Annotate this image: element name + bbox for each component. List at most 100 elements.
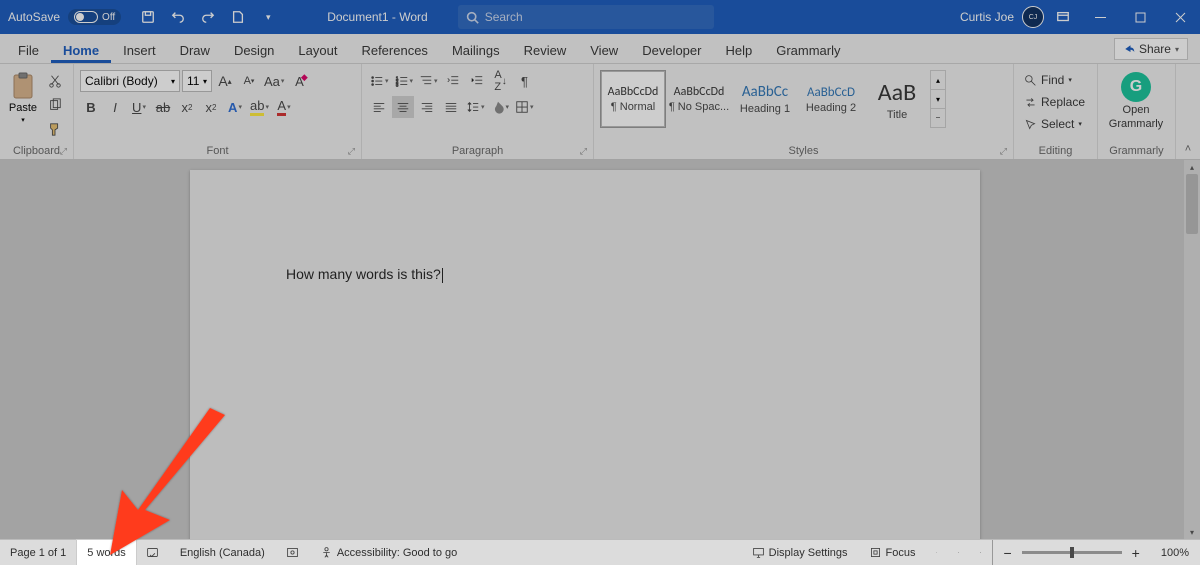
format-painter-icon[interactable]: [44, 118, 66, 140]
align-left-icon[interactable]: [368, 96, 390, 118]
read-mode-icon[interactable]: [926, 540, 948, 565]
share-button[interactable]: Share ▾: [1114, 38, 1188, 60]
vertical-scrollbar[interactable]: ▴ ▾: [1184, 160, 1200, 539]
new-doc-icon[interactable]: [227, 6, 249, 28]
tab-layout[interactable]: Layout: [286, 37, 349, 63]
tab-review[interactable]: Review: [512, 37, 579, 63]
style-gallery-nav[interactable]: ▴▾⎯: [930, 70, 946, 128]
align-right-icon[interactable]: [416, 96, 438, 118]
document-area[interactable]: How many words is this?: [0, 160, 1184, 539]
group-label-font: Font: [206, 145, 228, 157]
borders-icon[interactable]: ▾: [513, 96, 536, 118]
style-no-spacing[interactable]: AaBbCcDd¶ No Spac...: [666, 70, 732, 128]
print-layout-icon[interactable]: [948, 540, 970, 565]
cut-icon[interactable]: [44, 70, 66, 92]
ribbon-display-icon[interactable]: [1052, 6, 1074, 28]
change-case-icon[interactable]: Aa▾: [262, 70, 286, 92]
highlight-icon[interactable]: ab▾: [248, 96, 271, 118]
web-layout-icon[interactable]: [970, 540, 992, 565]
strike-icon[interactable]: ab: [152, 96, 174, 118]
line-spacing-icon[interactable]: ▾: [464, 96, 487, 118]
display-settings[interactable]: Display Settings: [742, 540, 859, 565]
decrease-indent-icon[interactable]: [442, 70, 464, 92]
sort-icon[interactable]: AZ↓: [490, 70, 512, 92]
bold-icon[interactable]: B: [80, 96, 102, 118]
find-button[interactable]: Find▾: [1020, 70, 1076, 90]
close-button[interactable]: [1160, 0, 1200, 34]
zoom-level[interactable]: 100%: [1151, 540, 1200, 565]
tab-references[interactable]: References: [349, 37, 439, 63]
font-launcher-icon[interactable]: ⤢: [348, 146, 355, 157]
copy-icon[interactable]: [44, 94, 66, 116]
italic-icon[interactable]: I: [104, 96, 126, 118]
show-marks-icon[interactable]: ¶: [514, 70, 536, 92]
grow-font-icon[interactable]: A▴: [214, 70, 236, 92]
style-heading2[interactable]: AaBbCcDHeading 2: [798, 70, 864, 128]
tab-design[interactable]: Design: [222, 37, 286, 63]
superscript-icon[interactable]: x2: [200, 96, 222, 118]
shrink-font-icon[interactable]: A▾: [238, 70, 260, 92]
justify-icon[interactable]: [440, 96, 462, 118]
tab-insert[interactable]: Insert: [111, 37, 168, 63]
collapse-ribbon-icon[interactable]: ˄: [1176, 64, 1200, 159]
page[interactable]: How many words is this?: [190, 170, 980, 539]
open-grammarly-button[interactable]: G Open Grammarly: [1102, 68, 1170, 130]
redo-icon[interactable]: [197, 6, 219, 28]
select-button[interactable]: Select▾: [1020, 114, 1086, 134]
clipboard-launcher-icon[interactable]: ⤢: [60, 146, 67, 157]
zoom-slider[interactable]: [1022, 551, 1122, 554]
accessibility-indicator[interactable]: Accessibility: Good to go: [310, 540, 468, 565]
tab-draw[interactable]: Draw: [168, 37, 222, 63]
styles-launcher-icon[interactable]: ⤢: [1000, 146, 1007, 157]
increase-indent-icon[interactable]: [466, 70, 488, 92]
scroll-down-icon[interactable]: ▾: [1184, 525, 1200, 539]
page-indicator[interactable]: Page 1 of 1: [0, 540, 77, 565]
font-name-combo[interactable]: Calibri (Body)▾: [80, 70, 180, 92]
style-heading1[interactable]: AaBbCcHeading 1: [732, 70, 798, 128]
tab-grammarly[interactable]: Grammarly: [764, 37, 852, 63]
replace-button[interactable]: Replace: [1020, 92, 1089, 112]
save-icon[interactable]: [137, 6, 159, 28]
paragraph-launcher-icon[interactable]: ⤢: [580, 146, 587, 157]
scroll-thumb[interactable]: [1186, 174, 1198, 234]
clear-format-icon[interactable]: A◆: [288, 70, 310, 92]
autosave-toggle[interactable]: Off: [68, 9, 121, 25]
numbering-icon[interactable]: 123▾: [393, 70, 416, 92]
tab-help[interactable]: Help: [713, 37, 764, 63]
tab-file[interactable]: File: [6, 37, 51, 63]
group-label-clipboard: Clipboard: [13, 145, 60, 157]
user-name[interactable]: Curtis Joe: [960, 10, 1014, 24]
font-size-combo[interactable]: 11▾: [182, 70, 212, 92]
macro-icon[interactable]: [276, 540, 310, 565]
tab-home[interactable]: Home: [51, 37, 111, 63]
zoom-in-icon[interactable]: +: [1132, 545, 1140, 561]
tab-view[interactable]: View: [578, 37, 630, 63]
bullets-icon[interactable]: ▾: [368, 70, 391, 92]
user-avatar[interactable]: CJ: [1022, 6, 1044, 28]
tab-mailings[interactable]: Mailings: [440, 37, 512, 63]
spellcheck-icon[interactable]: [136, 540, 170, 565]
undo-icon[interactable]: [167, 6, 189, 28]
subscript-icon[interactable]: x2: [176, 96, 198, 118]
scroll-up-icon[interactable]: ▴: [1184, 160, 1200, 174]
zoom-out-icon[interactable]: −: [1003, 545, 1011, 561]
document-body-text[interactable]: How many words is this?: [286, 266, 443, 283]
underline-icon[interactable]: U▾: [128, 96, 150, 118]
qat-more-icon[interactable]: ▾: [257, 6, 279, 28]
focus-mode[interactable]: Focus: [859, 540, 927, 565]
search-box[interactable]: Search: [458, 5, 714, 29]
font-color-icon[interactable]: A▾: [273, 96, 295, 118]
language-indicator[interactable]: English (Canada): [170, 540, 276, 565]
multilevel-icon[interactable]: ▾: [417, 70, 440, 92]
shading-icon[interactable]: ▾: [489, 96, 512, 118]
style-title[interactable]: AaBTitle: [864, 70, 930, 128]
style-normal[interactable]: AaBbCcDd¶ Normal: [600, 70, 666, 128]
text-effects-icon[interactable]: A▾: [224, 96, 246, 118]
maximize-button[interactable]: [1120, 0, 1160, 34]
word-count[interactable]: 5 words: [77, 540, 136, 565]
paste-button[interactable]: Paste ▾: [4, 68, 42, 124]
minimize-button[interactable]: [1080, 0, 1120, 34]
align-center-icon[interactable]: [392, 96, 414, 118]
tab-developer[interactable]: Developer: [630, 37, 713, 63]
grammarly-icon: G: [1121, 72, 1151, 102]
